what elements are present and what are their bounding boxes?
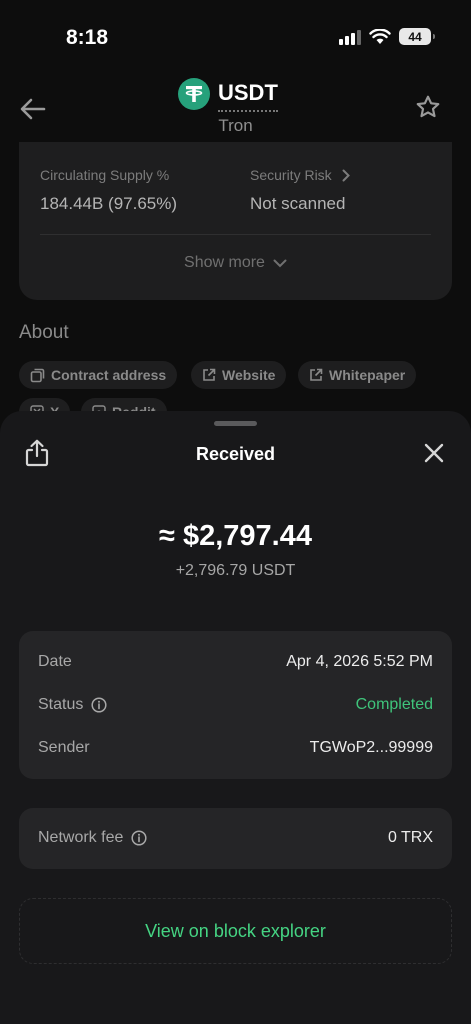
info-icon[interactable] [131, 830, 147, 846]
chevron-down-icon [273, 259, 287, 267]
status-value: Completed [355, 696, 433, 713]
close-button[interactable] [423, 442, 445, 464]
external-link-icon [203, 368, 216, 381]
transaction-details-card: Date Apr 4, 2026 5:52 PM Status Complete… [19, 631, 452, 779]
sender-label: Sender [38, 739, 90, 756]
wifi-icon [369, 28, 391, 44]
network-fee-value: 0 TRX [387, 829, 433, 846]
security-risk-value: Not scanned [250, 194, 346, 213]
token-stats-card: Circulating Supply % 184.44B (97.65%) Se… [19, 142, 452, 300]
favorite-button[interactable] [413, 92, 443, 122]
amount-fiat: ≈ $2,797.44 [159, 520, 312, 552]
whitepaper-chip[interactable]: Whitepaper [298, 361, 417, 389]
sheet-title: Received [195, 444, 276, 464]
network-fee-card: Network fee 0 TRX [19, 808, 452, 869]
signal-icon [339, 29, 361, 45]
chip-label: Website [222, 367, 276, 383]
status-time: 8:18 [66, 26, 109, 49]
token-network: Tron [218, 116, 253, 135]
network-fee-row: Network fee 0 TRX [38, 826, 433, 850]
close-icon [424, 443, 444, 463]
security-risk-label: Security Risk [250, 167, 332, 183]
token-symbol[interactable]: USDT [218, 80, 278, 112]
circulating-supply-value: 184.44B (97.65%) [40, 194, 178, 213]
copy-icon [30, 368, 45, 382]
status-bar: 8:18 44 [0, 0, 471, 70]
divider [40, 234, 431, 235]
contract-address-chip[interactable]: Contract address [19, 361, 178, 389]
status-label: Status [38, 696, 84, 713]
date-row: Date Apr 4, 2026 5:52 PM [38, 650, 433, 674]
circulating-supply-label: Circulating Supply % [40, 167, 170, 183]
star-icon [416, 95, 440, 118]
chip-label: Whitepaper [329, 367, 406, 383]
external-link-icon [310, 368, 323, 381]
amount-token: +2,796.79 USDT [175, 562, 296, 579]
network-fee-label: Network fee [38, 829, 124, 846]
sender-address[interactable]: TGWoP2...99999 [310, 739, 433, 757]
about-heading: About [19, 322, 69, 343]
sheet-grabber[interactable] [214, 421, 257, 426]
transaction-sheet: Received ≈ $2,797.44 +2,796.79 USDT Date… [0, 411, 471, 1024]
battery-icon: 44 [399, 28, 435, 45]
sender-row: Sender TGWoP2...99999 [38, 736, 433, 760]
show-more-button[interactable]: Show more [19, 254, 452, 272]
info-icon[interactable] [91, 697, 107, 713]
website-chip[interactable]: Website [191, 361, 287, 389]
tether-logo-icon [178, 78, 210, 110]
token-header: USDT Tron [0, 70, 471, 142]
view-on-block-explorer-button[interactable]: View on block explorer [19, 898, 452, 964]
security-risk-link[interactable]: Security Risk [250, 167, 350, 183]
chevron-right-icon [342, 169, 350, 181]
date-value: Apr 4, 2026 5:52 PM [286, 653, 433, 670]
chip-label: Contract address [51, 367, 167, 383]
show-more-label: Show more [184, 254, 265, 271]
status-icons: 44 [339, 28, 435, 45]
status-row: Status Completed [38, 693, 433, 717]
date-label: Date [38, 653, 72, 670]
